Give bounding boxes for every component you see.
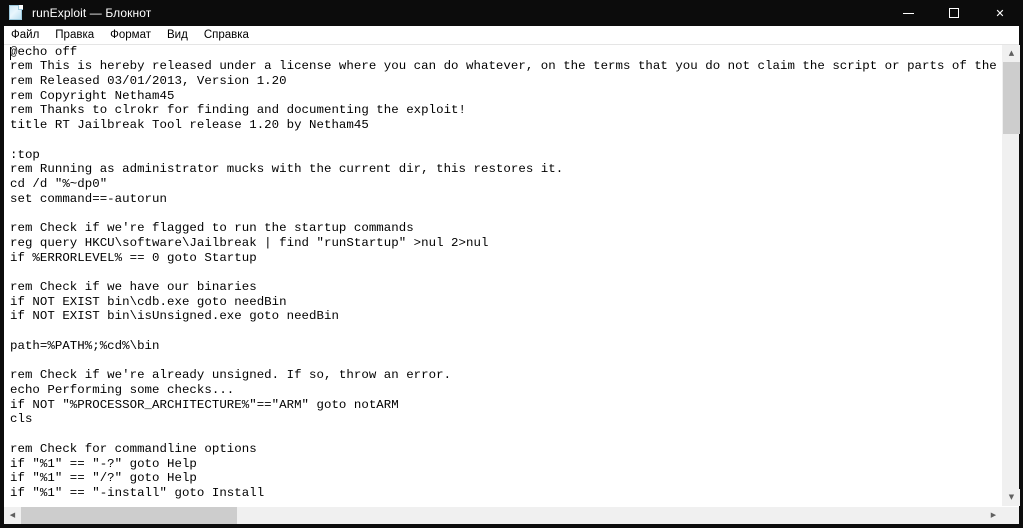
menu-item-file[interactable]: Файл [11,26,39,44]
editor-line: @echo off [10,45,78,59]
editor-line: echo Performing some checks... [10,383,235,398]
notepad-icon [8,5,24,21]
editor-line: rem Check if we have our binaries [10,280,257,294]
editor-line: if "%1" == "/?" goto Help [10,471,197,486]
menu-item-edit[interactable]: Правка [55,26,94,44]
scroll-down-button[interactable]: ▼ [1003,489,1020,506]
horizontal-scrollbar-thumb[interactable] [21,507,237,524]
editor-line: rem Thanks to clrokr for finding and doc… [10,103,467,118]
editor-line: reg query HKCU\software\Jailbreak | find… [10,235,489,250]
text-editor[interactable]: @echo off rem This is hereby released und… [4,45,1002,506]
minimize-button[interactable] [885,0,931,26]
notepad-icon-fold [18,5,23,10]
editor-line: cd /d "%~dp0" [10,176,108,191]
editor-line: rem Check if we're already unsigned. If … [10,368,452,383]
scroll-right-button[interactable]: ▶ [985,507,1002,524]
text-caret [10,47,11,60]
client-area: @echo off rem This is hereby released und… [4,45,1020,524]
chevron-right-icon: ▶ [990,511,997,519]
editor-line: if %ERRORLEVEL% == 0 goto Startup [10,250,257,265]
scroll-up-button[interactable]: ▲ [1003,45,1020,62]
editor-line: if NOT EXIST bin\cdb.exe goto needBin [10,294,287,309]
menu-bar: Файл Правка Формат Вид Справка [4,26,1019,45]
window-controls: ✕ [885,0,1023,26]
scroll-left-button[interactable]: ◀ [4,507,21,524]
menu-item-help[interactable]: Справка [204,26,249,44]
menu-item-format[interactable]: Формат [110,26,151,44]
editor-line: if NOT EXIST bin\isUnsigned.exe goto nee… [10,309,339,324]
editor-line: path=%PATH%;%cd%\bin [10,338,160,353]
editor-line: set command==-autorun [10,191,167,206]
menu-item-view[interactable]: Вид [167,26,188,44]
title-bar[interactable]: runExploit — Блокнот ✕ [0,0,1023,26]
maximize-icon [949,8,959,18]
editor-line: title RT Jailbreak Tool release 1.20 by … [10,118,369,133]
editor-line: if "%1" == "-?" goto Help [10,456,197,471]
window-title: runExploit — Блокнот [32,6,152,20]
editor-line: cls [10,412,33,427]
editor-line: rem Check for commandline options [10,441,257,456]
chevron-down-icon: ▼ [1008,493,1015,501]
chevron-up-icon: ▲ [1008,49,1015,57]
editor-line: rem Check if we're flagged to run the st… [10,221,414,236]
editor-line: :top [10,147,40,162]
vertical-scrollbar-thumb[interactable] [1003,62,1020,134]
editor-line: rem Running as administrator mucks with … [10,162,564,177]
notepad-window: runExploit — Блокнот ✕ Файл Правка Форма… [0,0,1023,528]
chevron-left-icon: ◀ [9,511,16,519]
close-button[interactable]: ✕ [977,0,1023,26]
scrollbar-corner [1002,507,1019,524]
horizontal-scrollbar[interactable]: ◀ ▶ [4,506,1019,524]
close-icon: ✕ [995,6,1005,20]
editor-content: @echo off rem This is hereby released und… [10,45,1002,501]
editor-line: rem Released 03/01/2013, Version 1.20 [10,73,287,88]
vertical-scrollbar[interactable]: ▲ ▼ [1002,45,1020,506]
maximize-button[interactable] [931,0,977,26]
editor-line: if "%1" == "-install" goto Install [10,486,265,501]
editor-line: rem This is hereby released under a lice… [10,59,997,74]
editor-line: rem Copyright Netham45 [10,88,175,103]
editor-line: if NOT "%PROCESSOR_ARCHITECTURE%"=="ARM"… [10,397,399,412]
minimize-icon [902,12,914,14]
